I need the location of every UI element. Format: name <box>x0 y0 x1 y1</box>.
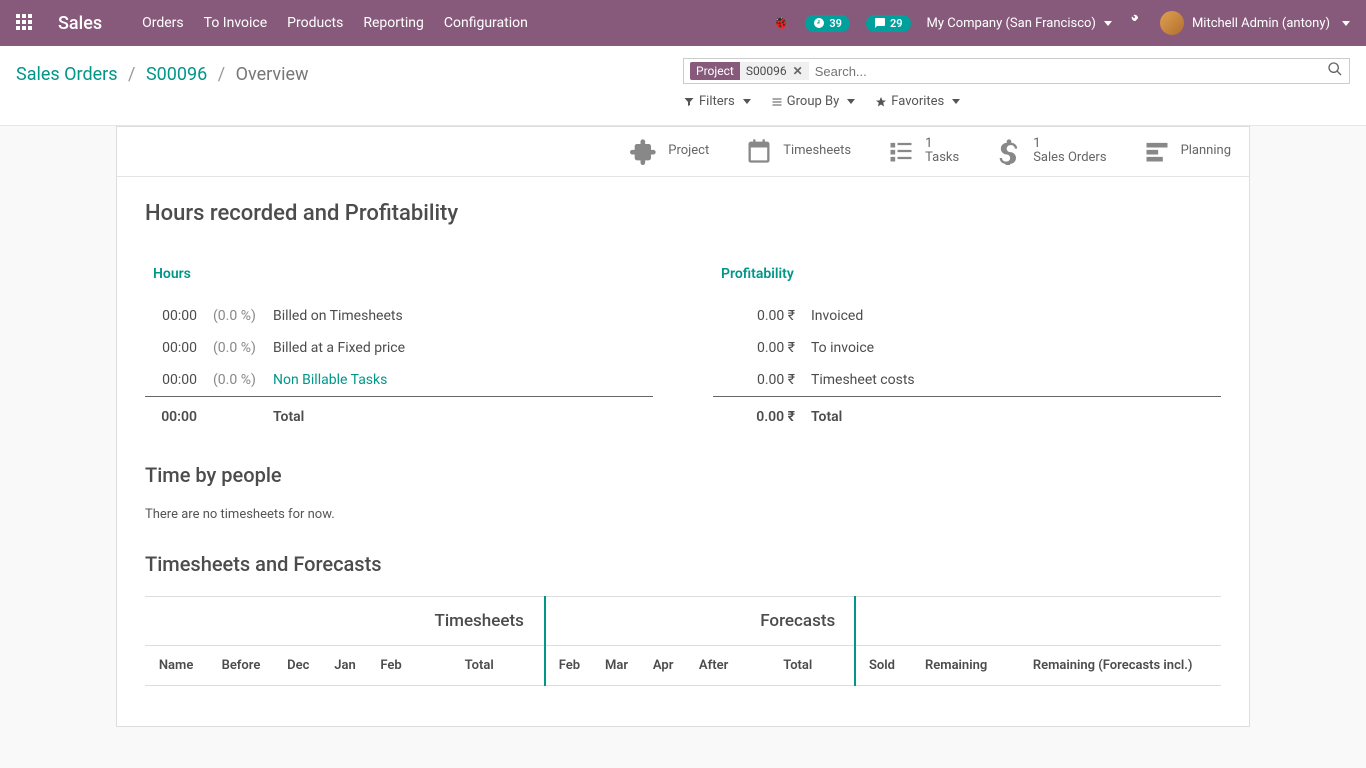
col-total-fc: Total <box>742 645 855 685</box>
close-icon[interactable]: ✕ <box>793 64 803 78</box>
grid-group-forecasts: Forecasts <box>742 596 855 645</box>
breadcrumb: Sales Orders / S00096 / Overview <box>16 58 309 85</box>
messages-badge[interactable]: 29 <box>866 15 911 32</box>
search-input[interactable] <box>809 62 1327 81</box>
user-menu[interactable]: Mitchell Admin (antony) <box>1160 11 1350 35</box>
nav-to-invoice[interactable]: To Invoice <box>204 15 268 31</box>
col-name: Name <box>145 645 207 685</box>
nav-orders[interactable]: Orders <box>142 15 184 31</box>
topbar: Sales Orders To Invoice Products Reporti… <box>0 0 1366 46</box>
list-icon <box>771 96 783 108</box>
systray: 🐞 39 29 My Company (San Francisco) Mitch… <box>772 11 1350 35</box>
stat-timesheets-button[interactable]: Timesheets <box>727 127 869 176</box>
col-jan: Jan <box>322 645 368 685</box>
favorites-menu[interactable]: Favorites <box>875 94 960 109</box>
app-brand[interactable]: Sales <box>58 13 102 34</box>
heading-hours-profitability: Hours recorded and Profitability <box>145 201 1221 226</box>
breadcrumb-parent[interactable]: S00096 <box>146 64 207 85</box>
content-area: Project Timesheets 1Tasks 1Sales Orders … <box>0 126 1366 768</box>
col-remaining: Remaining <box>908 645 1004 685</box>
col-before: Before <box>207 645 275 685</box>
col-mar: Mar <box>593 645 641 685</box>
empty-timesheets-note: There are no timesheets for now. <box>145 507 1221 522</box>
control-panel: Sales Orders / S00096 / Overview Project… <box>0 46 1366 126</box>
stat-planning-button[interactable]: Planning <box>1125 127 1249 176</box>
filters-menu[interactable]: Filters <box>683 94 751 109</box>
non-billable-link[interactable]: Non Billable Tasks <box>265 364 653 397</box>
col-feb2: Feb <box>545 645 592 685</box>
groupby-menu[interactable]: Group By <box>771 94 856 109</box>
filter-icon <box>683 96 695 108</box>
table-row: 00:00(0.0 %)Billed at a Fixed price <box>145 332 653 364</box>
col-apr: Apr <box>641 645 686 685</box>
col-feb: Feb <box>368 645 414 685</box>
search-box[interactable]: Project S00096 ✕ <box>683 58 1350 84</box>
col-after: After <box>686 645 742 685</box>
col-total-ts: Total <box>414 645 545 685</box>
apps-icon[interactable] <box>16 14 34 32</box>
bug-icon[interactable]: 🐞 <box>772 15 789 31</box>
table-row: 00:00(0.0 %)Billed on Timesheets <box>145 300 653 332</box>
heading-timesheets-forecasts: Timesheets and Forecasts <box>145 552 1221 576</box>
heading-time-by-people: Time by people <box>145 463 1221 487</box>
chat-icon <box>874 17 886 29</box>
stat-project-button[interactable]: Project <box>612 127 727 176</box>
company-switcher[interactable]: My Company (San Francisco) <box>927 16 1112 31</box>
stat-sales-orders-button[interactable]: 1Sales Orders <box>977 127 1124 176</box>
breadcrumb-root[interactable]: Sales Orders <box>16 64 118 85</box>
tasks-icon <box>887 137 915 165</box>
stat-button-box: Project Timesheets 1Tasks 1Sales Orders … <box>117 127 1249 177</box>
search-facet-value: S00096 ✕ <box>740 62 809 80</box>
search-icon[interactable] <box>1327 61 1343 81</box>
planning-icon <box>1143 137 1171 165</box>
developer-tools-icon[interactable] <box>1128 13 1144 33</box>
profit-total-row: 0.00 ₹Total <box>713 396 1221 433</box>
avatar <box>1160 11 1184 35</box>
search-options: Filters Group By Favorites <box>683 94 1350 109</box>
hours-table: 00:00(0.0 %)Billed on Timesheets 00:00(0… <box>145 300 653 433</box>
breadcrumb-current: Overview <box>236 64 309 85</box>
hours-total-row: 00:00Total <box>145 396 653 433</box>
nav-reporting[interactable]: Reporting <box>363 15 424 31</box>
clock-icon <box>813 17 825 29</box>
hours-title: Hours <box>145 266 653 282</box>
grid-group-timesheets: Timesheets <box>414 596 545 645</box>
table-row: 0.00 ₹To invoice <box>713 332 1221 364</box>
dollar-icon <box>995 137 1023 165</box>
profitability-table: 0.00 ₹Invoiced 0.00 ₹To invoice 0.00 ₹Ti… <box>713 300 1221 433</box>
profitability-title: Profitability <box>713 266 1221 282</box>
table-row: 0.00 ₹Invoiced <box>713 300 1221 332</box>
col-sold: Sold <box>855 645 908 685</box>
calendar-icon <box>745 137 773 165</box>
star-icon <box>875 96 887 108</box>
form-sheet: Project Timesheets 1Tasks 1Sales Orders … <box>116 126 1250 727</box>
col-remaining-incl: Remaining (Forecasts incl.) <box>1004 645 1221 685</box>
search-facet-label: Project <box>690 62 740 80</box>
nav-configuration[interactable]: Configuration <box>444 15 528 31</box>
table-row: 0.00 ₹Timesheet costs <box>713 364 1221 397</box>
puzzle-icon <box>630 137 658 165</box>
stat-tasks-button[interactable]: 1Tasks <box>869 127 977 176</box>
table-row: 00:00(0.0 %)Non Billable Tasks <box>145 364 653 397</box>
top-nav: Orders To Invoice Products Reporting Con… <box>142 15 528 31</box>
col-dec: Dec <box>275 645 322 685</box>
activity-badge[interactable]: 39 <box>805 15 850 32</box>
nav-products[interactable]: Products <box>287 15 343 31</box>
timesheets-forecasts-grid: Timesheets Forecasts Name Before Dec Jan… <box>145 596 1221 686</box>
